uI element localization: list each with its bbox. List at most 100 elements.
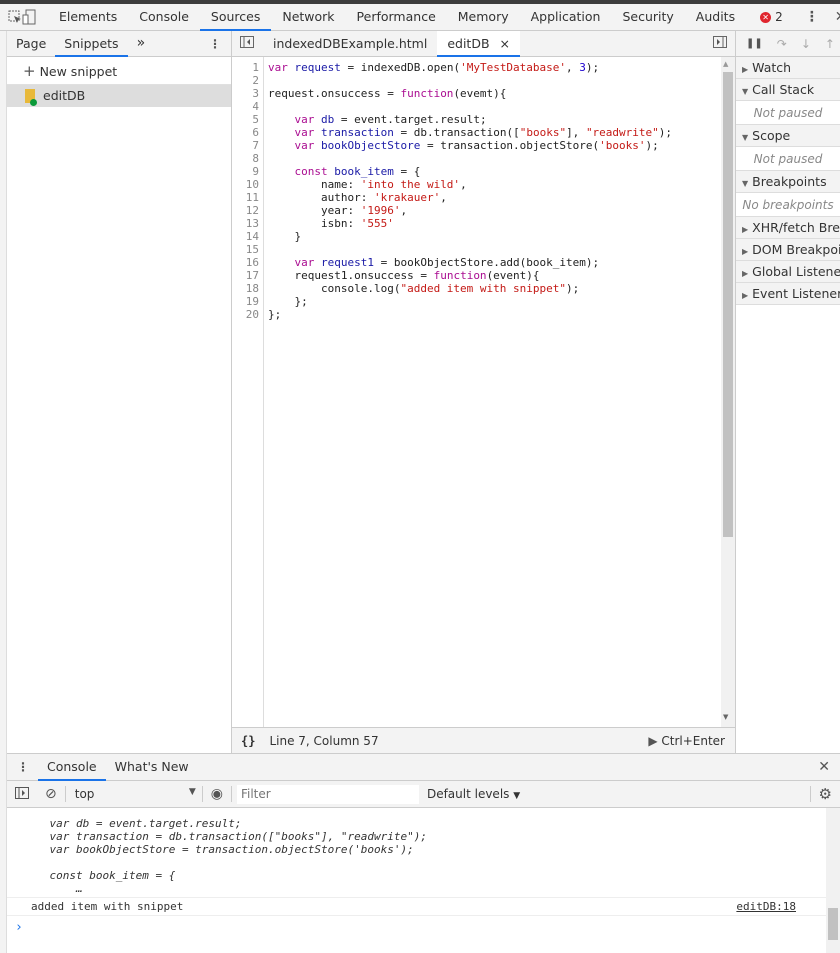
code-line[interactable]: const book_item = { [268, 165, 672, 178]
pause-icon[interactable]: ❚❚ [746, 38, 763, 49]
snippet-item-editdb[interactable]: editDB [7, 85, 231, 107]
line-number[interactable]: 10 [232, 178, 263, 191]
tab-editdb[interactable]: editDB × [437, 30, 520, 57]
section-dom-breakpoints[interactable]: ▶DOM Breakpoints [736, 239, 840, 261]
line-number[interactable]: 13 [232, 217, 263, 230]
code-line[interactable] [268, 100, 672, 113]
line-number[interactable]: 9 [232, 165, 263, 178]
scroll-down-icon[interactable]: ▼ [723, 713, 728, 721]
code-line[interactable]: }; [268, 308, 672, 321]
code-line[interactable]: var db = event.target.result; [268, 113, 672, 126]
line-number[interactable]: 1 [232, 61, 263, 74]
log-levels-dropdown[interactable]: Default levels ▼ [419, 787, 520, 801]
tab-memory[interactable]: Memory [447, 4, 520, 31]
tab-page[interactable]: Page [7, 31, 55, 57]
line-number[interactable]: 20 [232, 308, 263, 321]
error-counter[interactable]: ✕ 2 [760, 10, 783, 24]
close-devtools-icon[interactable]: ✕ [825, 9, 840, 25]
tab-console[interactable]: Console [128, 4, 200, 31]
line-number[interactable]: 3 [232, 87, 263, 100]
code-line[interactable]: isbn: '555' [268, 217, 672, 230]
line-number[interactable]: 11 [232, 191, 263, 204]
console-settings-gear-icon[interactable]: ⚙ [811, 785, 840, 803]
code-line[interactable]: request.onsuccess = function(evemt){ [268, 87, 672, 100]
line-number[interactable]: 15 [232, 243, 263, 256]
step-out-icon[interactable]: ↑ [825, 37, 835, 51]
section-call-stack[interactable]: ▼ Call Stack [736, 79, 840, 101]
tab-indexeddbexample[interactable]: indexedDBExample.html [263, 31, 437, 57]
code-line[interactable]: var transaction = db.transaction(["books… [268, 126, 673, 139]
toggle-navigator-icon[interactable] [232, 36, 263, 51]
code-line[interactable]: var request1 = bookObjectStore.add(book_… [268, 256, 672, 269]
editor-scroll-thumb[interactable] [723, 72, 733, 537]
line-number[interactable]: 4 [232, 100, 263, 113]
line-number[interactable]: 7 [232, 139, 263, 152]
line-number[interactable]: 16 [232, 256, 263, 269]
drawer-menu-icon[interactable]: ⋮ [7, 760, 38, 774]
code-line[interactable]: author: 'krakauer', [268, 191, 672, 204]
more-menu-icon[interactable]: ⋮ [799, 9, 825, 25]
section-global-listeners[interactable]: ▶Global Listeners [736, 261, 840, 283]
code-line[interactable]: console.log("added item with snippet"); [268, 282, 672, 295]
console-scroll-thumb[interactable] [828, 908, 838, 940]
tab-sources[interactable]: Sources [199, 4, 272, 31]
filter-input[interactable] [236, 784, 419, 804]
line-number[interactable]: 2 [232, 74, 263, 87]
code-line[interactable]: request1.onsuccess = function(event){ [268, 269, 672, 282]
code-line[interactable] [268, 243, 672, 256]
tab-security[interactable]: Security [611, 4, 684, 31]
line-number[interactable]: 8 [232, 152, 263, 165]
tab-audits[interactable]: Audits [685, 4, 746, 31]
device-toolbar-icon[interactable] [22, 9, 36, 25]
line-number[interactable]: 14 [232, 230, 263, 243]
code-line[interactable]: } [268, 230, 672, 243]
section-xhr-fetch-breakpoints[interactable]: ▶XHR/fetch Breakpoints [736, 217, 840, 239]
section-event-listener-breakpoints[interactable]: ▶Event Listener Breakpoints [736, 283, 840, 305]
line-number[interactable]: 18 [232, 282, 263, 295]
line-number[interactable]: 6 [232, 126, 263, 139]
line-number[interactable]: 19 [232, 295, 263, 308]
tab-elements[interactable]: Elements [48, 4, 128, 31]
step-over-icon[interactable]: ↷ [777, 37, 787, 51]
run-snippet-button[interactable]: ▶ Ctrl+Enter [648, 734, 735, 748]
code-line[interactable]: var bookObjectStore = transaction.object… [268, 139, 672, 152]
code-line[interactable] [268, 74, 672, 87]
code-line[interactable]: }; [268, 295, 672, 308]
code-line[interactable]: year: '1996', [268, 204, 672, 217]
code-content[interactable]: var request = indexedDB.open('MyTestData… [268, 57, 672, 321]
show-sidebar-icon[interactable] [7, 786, 37, 802]
code-line[interactable]: var request = indexedDB.open('MyTestData… [268, 61, 672, 74]
section-breakpoints[interactable]: ▼ Breakpoints [736, 171, 840, 193]
pretty-print-icon[interactable]: {} [232, 734, 269, 748]
step-into-icon[interactable]: ↓ [801, 37, 811, 51]
toggle-debugger-icon[interactable] [713, 36, 735, 51]
close-drawer-icon[interactable]: ✕ [818, 759, 840, 775]
tab-whats-new[interactable]: What's New [106, 754, 198, 780]
line-number[interactable]: 5 [232, 113, 263, 126]
clear-console-icon[interactable]: ⊘ [37, 786, 65, 802]
section-scope[interactable]: ▼ Scope [736, 125, 840, 147]
tab-snippets[interactable]: Snippets [55, 31, 128, 57]
code-editor[interactable]: 1 2 3 4 5 6 7 8 9 10 11 12 13 14 15 16 17 18 19 20 var requ… [232, 57, 721, 727]
live-expression-eye-icon[interactable]: ◉ [203, 786, 231, 802]
more-tabs-icon[interactable]: » [128, 31, 155, 57]
code-line[interactable] [268, 152, 672, 165]
tab-console[interactable]: Console [38, 754, 106, 781]
navigator-menu-icon[interactable]: ⋮ [209, 37, 231, 51]
inspect-element-icon[interactable] [8, 10, 22, 24]
section-watch[interactable]: ▶ Watch [736, 57, 840, 79]
tab-application[interactable]: Application [520, 4, 612, 31]
context-selector[interactable]: top ▼ [66, 787, 202, 801]
message-source-link[interactable]: editDB:18 [736, 898, 826, 915]
line-number[interactable]: 12 [232, 204, 263, 217]
console-scrollbar[interactable] [826, 808, 840, 953]
tab-performance[interactable]: Performance [346, 4, 447, 31]
new-snippet-button[interactable]: + New snippet [7, 57, 231, 85]
console-output[interactable]: var db = event.target.result; var transa… [7, 808, 826, 953]
scroll-up-icon[interactable]: ▲ [723, 60, 728, 68]
console-prompt[interactable]: › [7, 916, 826, 935]
code-line[interactable]: name: 'into the wild', [268, 178, 672, 191]
line-number[interactable]: 17 [232, 269, 263, 282]
close-tab-icon[interactable]: × [500, 36, 510, 51]
tab-network[interactable]: Network [271, 4, 345, 31]
